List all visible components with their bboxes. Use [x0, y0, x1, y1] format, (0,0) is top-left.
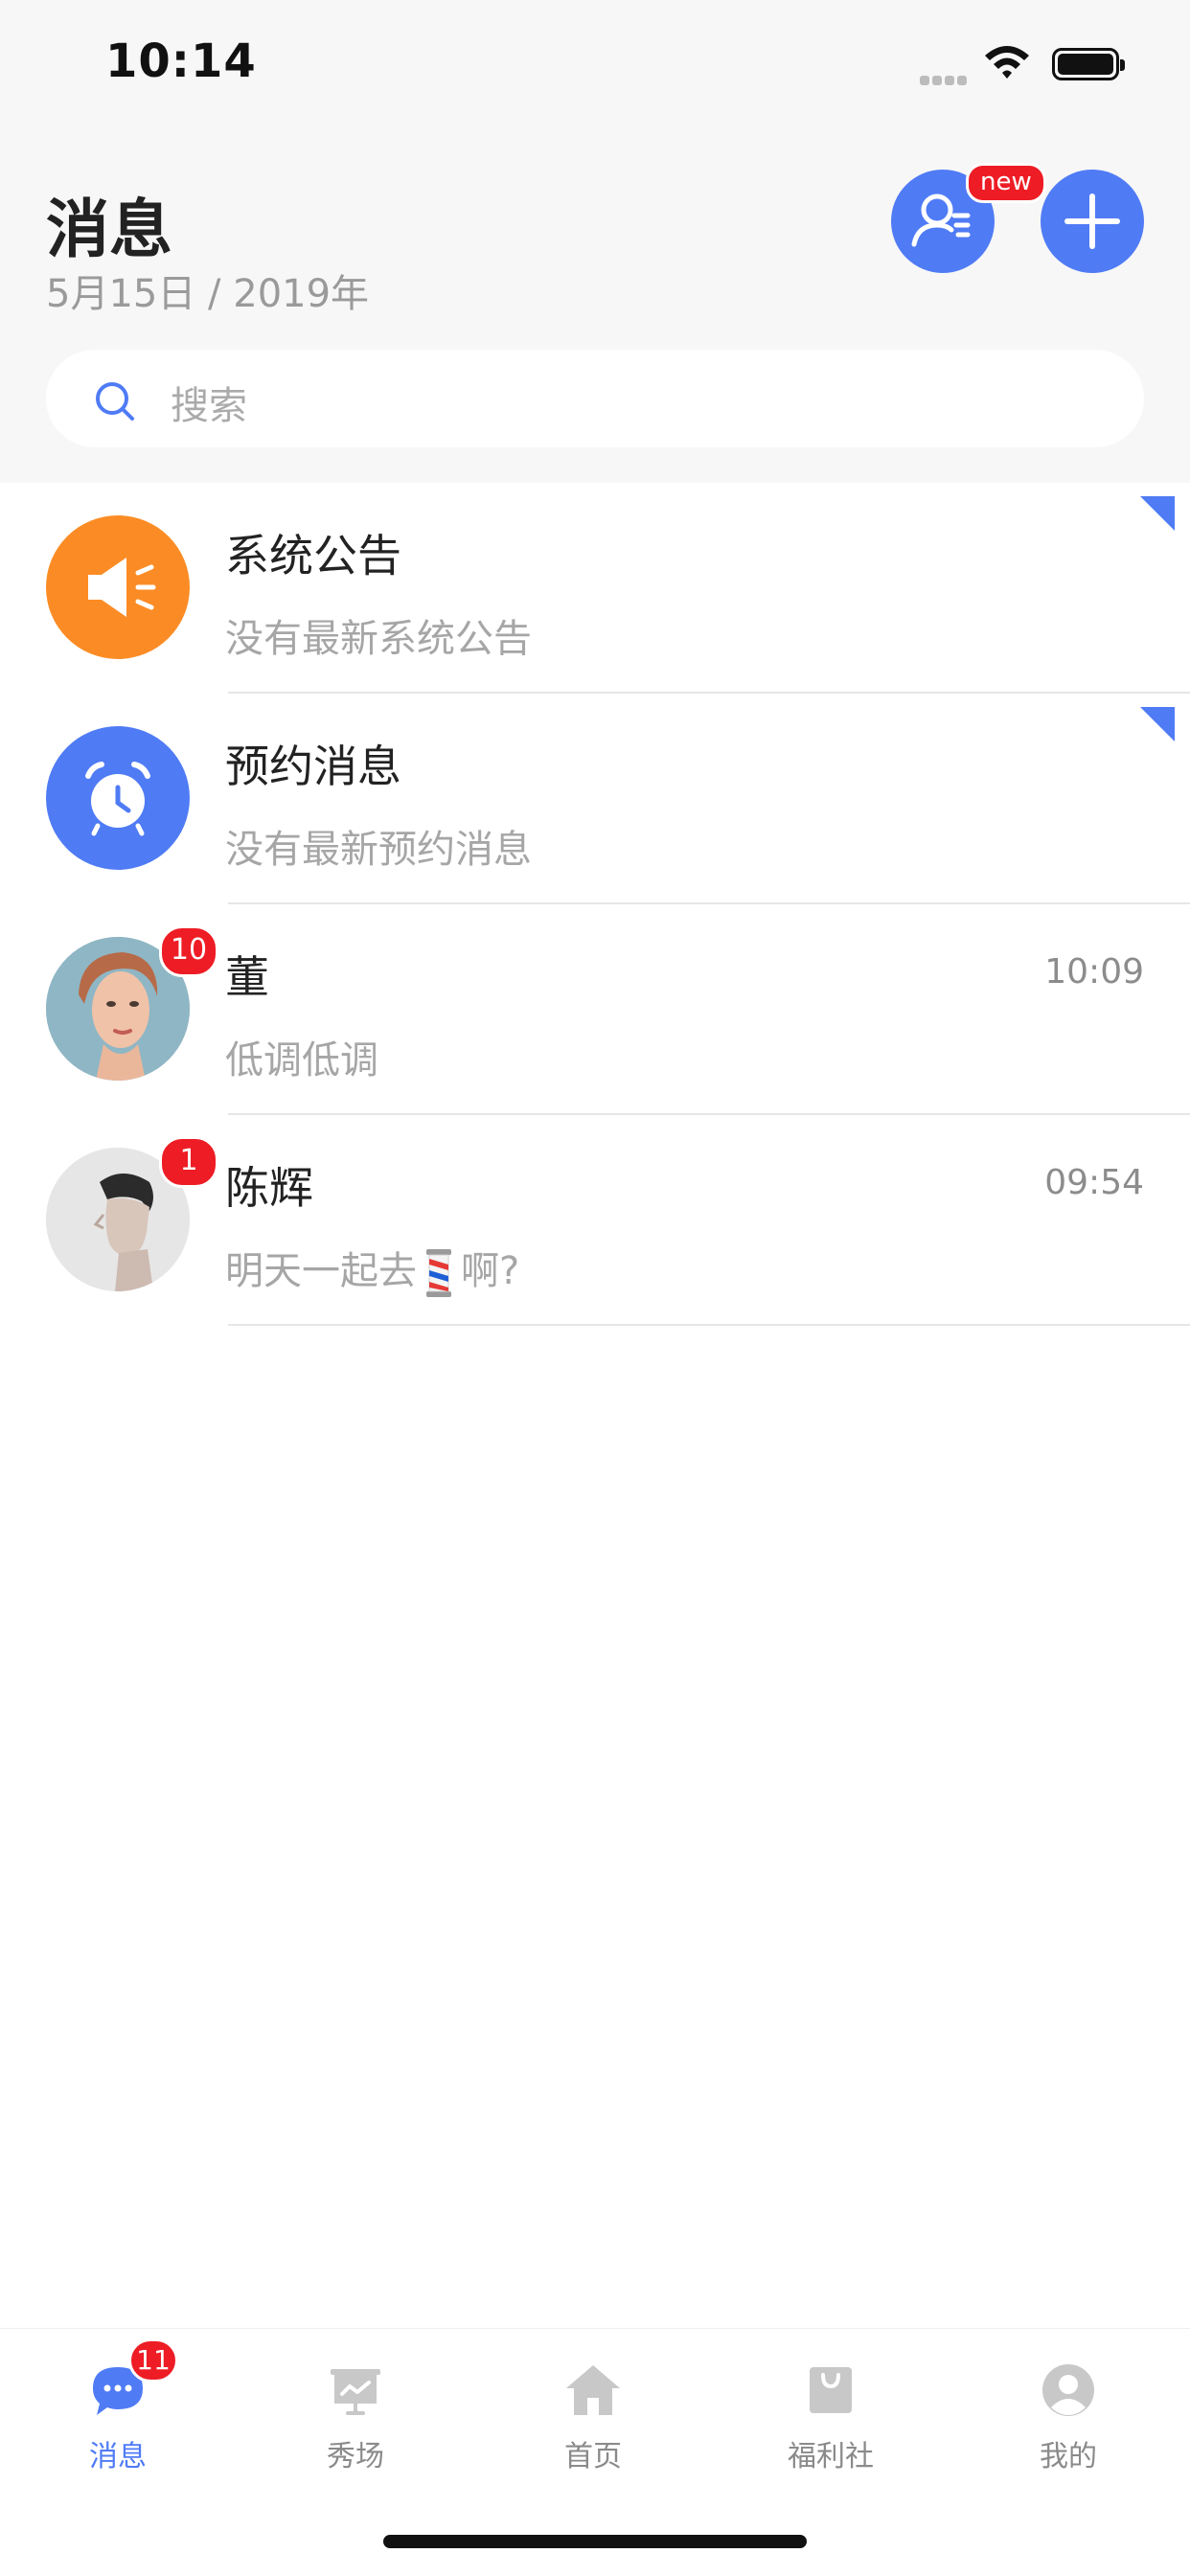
list-item-chat-chenhui[interactable]: 1 陈辉 09:54 明天一起去 啊?: [0, 1115, 1190, 1326]
tab-label: 我的: [1040, 2440, 1097, 2473]
item-time: 09:54: [1044, 1163, 1144, 1202]
list-item-system-notice[interactable]: 系统公告 没有最新系统公告: [0, 483, 1190, 694]
list-item-chat-dong[interactable]: 10 董 10:09 低调低调: [0, 904, 1190, 1115]
profile-icon: [1042, 2364, 1094, 2416]
item-subtitle: 没有最新系统公告: [225, 617, 532, 661]
shopping-bag-icon: [810, 2367, 852, 2413]
search-input[interactable]: 搜索: [46, 350, 1144, 447]
item-time: 10:09: [1044, 952, 1144, 992]
page-title: 消息: [46, 193, 172, 266]
tab-home[interactable]: 首页: [516, 2361, 670, 2474]
tab-profile[interactable]: 我的: [992, 2361, 1145, 2474]
tab-label: 秀场: [327, 2440, 384, 2473]
pinned-corner-flag: [1140, 496, 1175, 531]
tab-label: 福利社: [788, 2440, 874, 2473]
tab-showcase[interactable]: 秀场: [279, 2361, 432, 2474]
tab-badge: 11: [128, 2338, 178, 2382]
search-placeholder: 搜索: [171, 384, 247, 428]
home-icon: [566, 2365, 620, 2415]
tab-welfare[interactable]: 福利社: [754, 2361, 907, 2474]
barber-pole-emoji: [426, 1249, 451, 1297]
message-text: 啊?: [461, 1249, 520, 1293]
cellular-signal-icon: [920, 71, 973, 85]
alarm-clock-icon: [85, 762, 150, 836]
megaphone-avatar: [46, 515, 190, 659]
item-subtitle: 明天一起去 啊?: [225, 1240, 519, 1297]
new-badge: new: [966, 163, 1046, 203]
item-title: 陈辉: [225, 1162, 313, 1214]
message-text: 明天一起去: [225, 1249, 417, 1293]
wifi-icon: [985, 46, 1029, 79]
unread-count-badge: 1: [159, 1136, 218, 1188]
item-title: 系统公告: [225, 530, 401, 581]
page-date: 5月15日 / 2019年: [46, 272, 370, 316]
tab-label: 首页: [564, 2440, 622, 2473]
unread-count-badge: 10: [159, 925, 218, 977]
plus-icon: [1064, 194, 1120, 249]
item-title: 预约消息: [225, 741, 401, 792]
tab-label: 消息: [89, 2440, 147, 2473]
pinned-corner-flag: [1140, 707, 1175, 741]
home-indicator: [383, 2535, 807, 2548]
add-button[interactable]: [1041, 170, 1144, 273]
status-time: 10:14: [105, 34, 257, 88]
list-item-appointment[interactable]: 预约消息 没有最新预约消息: [0, 694, 1190, 904]
item-title: 董: [225, 951, 269, 1003]
divider: [228, 1324, 1190, 1326]
item-subtitle: 低调低调: [225, 1038, 378, 1083]
megaphone-icon: [88, 558, 156, 617]
battery-icon: [1052, 48, 1125, 80]
search-icon: [96, 382, 134, 421]
item-subtitle: 没有最新预约消息: [225, 828, 532, 872]
tab-messages[interactable]: 消息: [41, 2361, 195, 2474]
alarm-avatar: [46, 726, 190, 870]
showcase-board-icon: [331, 2369, 380, 2415]
